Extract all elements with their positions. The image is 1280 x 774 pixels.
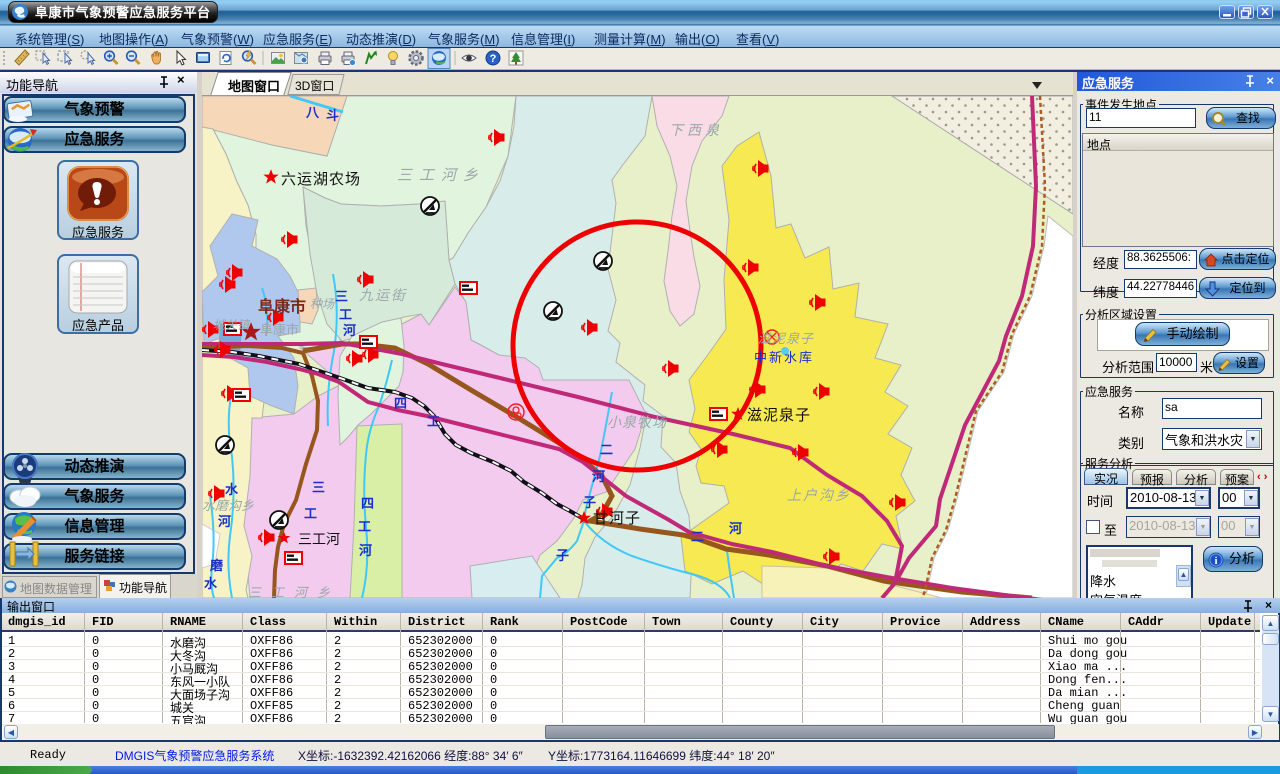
svg-text:磨: 磨: [210, 558, 223, 573]
svg-text:上户沟乡: 上户沟乡: [787, 487, 851, 503]
svg-text:工: 工: [427, 414, 440, 429]
svg-text:三: 三: [312, 480, 325, 495]
svg-text:工: 工: [339, 307, 352, 322]
svg-text:三工河: 三工河: [298, 531, 340, 547]
svg-text:二: 二: [691, 529, 704, 544]
svg-text:河: 河: [729, 521, 742, 536]
svg-text:河: 河: [592, 469, 605, 484]
svg-text:三工河乡: 三工河乡: [248, 585, 340, 598]
svg-text:城关镇: 城关镇: [213, 318, 251, 332]
svg-text:水: 水: [204, 576, 218, 591]
svg-text:阜康市: 阜康市: [260, 322, 299, 337]
svg-text:斗: 斗: [326, 108, 339, 123]
svg-text:滋泥泉子: 滋泥泉子: [758, 331, 814, 346]
svg-text:三: 三: [335, 289, 348, 304]
svg-text:河: 河: [343, 323, 356, 338]
svg-text:中新水库: 中新水库: [754, 350, 814, 365]
svg-text:滋泥泉子: 滋泥泉子: [747, 407, 811, 424]
svg-text:工: 工: [304, 506, 317, 521]
svg-text:四: 四: [394, 396, 407, 411]
svg-text:下西泉: 下西泉: [669, 122, 723, 138]
svg-text:?: ?: [490, 53, 497, 65]
svg-text:工: 工: [358, 519, 371, 534]
svg-text:四: 四: [361, 496, 374, 511]
svg-text:三工河乡: 三工河乡: [397, 167, 485, 184]
svg-text:小泉牧场: 小泉牧场: [607, 414, 667, 430]
svg-text:八: 八: [305, 105, 320, 120]
svg-text:水磨沟乡: 水磨沟乡: [202, 498, 254, 513]
svg-text:甘河子: 甘河子: [593, 510, 641, 527]
svg-text:阜康市: 阜康市: [258, 297, 306, 316]
svg-text:九运街: 九运街: [359, 287, 407, 303]
svg-text:子: 子: [556, 548, 569, 563]
svg-text:i: i: [1214, 555, 1217, 567]
svg-text:河: 河: [218, 514, 231, 529]
svg-text:六运湖农场: 六运湖农场: [281, 171, 361, 188]
svg-text:河: 河: [359, 543, 372, 558]
svg-text:二: 二: [600, 442, 613, 457]
svg-text:水: 水: [225, 482, 239, 497]
svg-text:种场: 种场: [310, 297, 335, 311]
svg-text:子: 子: [583, 495, 596, 510]
